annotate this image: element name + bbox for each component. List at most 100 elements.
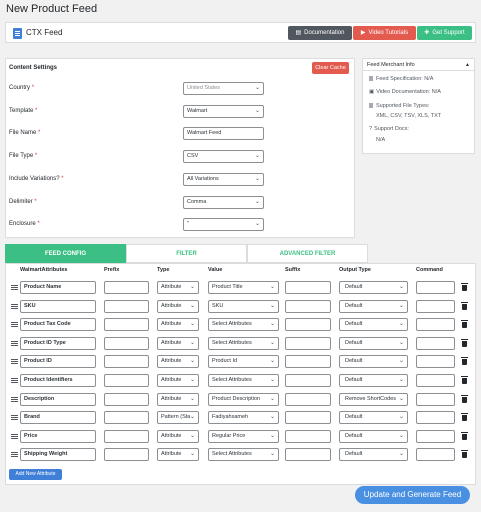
type-select[interactable]: Attribute ⌄ bbox=[157, 337, 199, 350]
prefix-input[interactable] bbox=[104, 300, 149, 313]
output-type-select[interactable]: Default ⌄ bbox=[339, 411, 408, 424]
file-type-select[interactable]: CSV ⌄ bbox=[183, 150, 264, 163]
prefix-input[interactable] bbox=[104, 374, 149, 387]
delete-row-icon[interactable] bbox=[461, 395, 468, 403]
output-type-select[interactable]: Default ⌄ bbox=[339, 318, 408, 331]
clear-cache-button[interactable]: Clear Cache bbox=[312, 62, 349, 74]
suffix-input[interactable] bbox=[285, 393, 331, 406]
output-type-select[interactable]: Default ⌄ bbox=[339, 281, 408, 294]
output-type-select[interactable]: Default ⌄ bbox=[339, 300, 408, 313]
delete-row-icon[interactable] bbox=[461, 450, 468, 458]
drag-handle-icon[interactable] bbox=[11, 341, 18, 346]
value-select[interactable]: Product Title ⌄ bbox=[208, 281, 279, 294]
suffix-input[interactable] bbox=[285, 337, 331, 350]
command-input[interactable] bbox=[416, 355, 455, 368]
value-select[interactable]: Fadiyahsameh ⌄ bbox=[208, 411, 279, 424]
output-type-select[interactable]: Remove ShortCodes ⌄ bbox=[339, 393, 408, 406]
prefix-input[interactable] bbox=[104, 448, 149, 461]
type-select[interactable]: Pattern (Sta ⌄ bbox=[157, 411, 199, 424]
template-select[interactable]: Walmart ⌄ bbox=[183, 105, 264, 118]
value-select[interactable]: Select Attributes ⌄ bbox=[208, 318, 279, 331]
type-select[interactable]: Attribute ⌄ bbox=[157, 281, 199, 294]
attribute-field[interactable]: Shipping Weight bbox=[20, 448, 96, 461]
suffix-input[interactable] bbox=[285, 430, 331, 443]
file-name-input[interactable]: Walmart Feed bbox=[183, 127, 264, 140]
command-input[interactable] bbox=[416, 430, 455, 443]
value-select[interactable]: Product Description ⌄ bbox=[208, 393, 279, 406]
drag-handle-icon[interactable] bbox=[11, 397, 18, 402]
tab-filter[interactable]: FILTER bbox=[126, 244, 247, 263]
command-input[interactable] bbox=[416, 318, 455, 331]
output-type-select[interactable]: Default ⌄ bbox=[339, 337, 408, 350]
prefix-input[interactable] bbox=[104, 430, 149, 443]
type-select[interactable]: Attribute ⌄ bbox=[157, 393, 199, 406]
prefix-input[interactable] bbox=[104, 411, 149, 424]
prefix-input[interactable] bbox=[104, 318, 149, 331]
type-select[interactable]: Attribute ⌄ bbox=[157, 448, 199, 461]
delete-row-icon[interactable] bbox=[461, 376, 468, 384]
suffix-input[interactable] bbox=[285, 300, 331, 313]
suffix-input[interactable] bbox=[285, 318, 331, 331]
delete-row-icon[interactable] bbox=[461, 320, 468, 328]
delimiter-select[interactable]: Comma ⌄ bbox=[183, 196, 264, 209]
value-select[interactable]: Select Attributes ⌄ bbox=[208, 374, 279, 387]
command-input[interactable] bbox=[416, 411, 455, 424]
delete-row-icon[interactable] bbox=[461, 339, 468, 347]
command-input[interactable] bbox=[416, 300, 455, 313]
prefix-input[interactable] bbox=[104, 393, 149, 406]
output-type-select[interactable]: Default ⌄ bbox=[339, 374, 408, 387]
suffix-input[interactable] bbox=[285, 448, 331, 461]
attribute-field[interactable]: Price bbox=[20, 430, 96, 443]
delete-row-icon[interactable] bbox=[461, 413, 468, 421]
output-type-select[interactable]: Default ⌄ bbox=[339, 355, 408, 368]
drag-handle-icon[interactable] bbox=[11, 322, 18, 327]
delete-row-icon[interactable] bbox=[461, 302, 468, 310]
prefix-input[interactable] bbox=[104, 281, 149, 294]
tab-advanced-filter[interactable]: ADVANCED FILTER bbox=[247, 244, 368, 263]
get-support-button[interactable]: ✚ Get Support bbox=[417, 26, 472, 40]
command-input[interactable] bbox=[416, 393, 455, 406]
value-select[interactable]: Select Attributes ⌄ bbox=[208, 448, 279, 461]
drag-handle-icon[interactable] bbox=[11, 415, 18, 420]
command-input[interactable] bbox=[416, 448, 455, 461]
update-and-generate-feed-button[interactable]: Update and Generate Feed bbox=[355, 486, 470, 504]
value-select[interactable]: SKU ⌄ bbox=[208, 300, 279, 313]
attribute-field[interactable]: Product ID Type bbox=[20, 337, 96, 350]
output-type-select[interactable]: Default ⌄ bbox=[339, 448, 408, 461]
prefix-input[interactable] bbox=[104, 355, 149, 368]
prefix-input[interactable] bbox=[104, 337, 149, 350]
suffix-input[interactable] bbox=[285, 374, 331, 387]
value-select[interactable]: Regular Price ⌄ bbox=[208, 430, 279, 443]
add-new-attribute-button[interactable]: Add New Attribute bbox=[9, 469, 62, 480]
value-select[interactable]: Product Id ⌄ bbox=[208, 355, 279, 368]
type-select[interactable]: Attribute ⌄ bbox=[157, 300, 199, 313]
attribute-field[interactable]: Product ID bbox=[20, 355, 96, 368]
include-variations-select[interactable]: All Variations ⌄ bbox=[183, 173, 264, 186]
drag-handle-icon[interactable] bbox=[11, 304, 18, 309]
attribute-field[interactable]: Description bbox=[20, 393, 96, 406]
video-tutorials-button[interactable]: ▶ Video Tutorials bbox=[353, 26, 416, 40]
documentation-button[interactable]: ▤ Documentation bbox=[288, 26, 352, 40]
drag-handle-icon[interactable] bbox=[11, 285, 18, 290]
attribute-field[interactable]: Product Tax Code bbox=[20, 318, 96, 331]
tab-feed-config[interactable]: FEED CONFIG bbox=[5, 244, 126, 263]
suffix-input[interactable] bbox=[285, 281, 331, 294]
command-input[interactable] bbox=[416, 337, 455, 350]
type-select[interactable]: Attribute ⌄ bbox=[157, 355, 199, 368]
suffix-input[interactable] bbox=[285, 411, 331, 424]
country-select[interactable]: United States ⌄ bbox=[183, 82, 264, 95]
drag-handle-icon[interactable] bbox=[11, 359, 18, 364]
value-select[interactable]: Select Attributes ⌄ bbox=[208, 337, 279, 350]
type-select[interactable]: Attribute ⌄ bbox=[157, 318, 199, 331]
attribute-field[interactable]: Product Name bbox=[20, 281, 96, 294]
merchant-info-header[interactable]: Feed Merchant Info ▲ bbox=[363, 59, 474, 71]
delete-row-icon[interactable] bbox=[461, 357, 468, 365]
enclosure-select[interactable]: " ⌄ bbox=[183, 218, 264, 231]
drag-handle-icon[interactable] bbox=[11, 378, 18, 383]
drag-handle-icon[interactable] bbox=[11, 434, 18, 439]
command-input[interactable] bbox=[416, 281, 455, 294]
attribute-field[interactable]: SKU bbox=[20, 300, 96, 313]
command-input[interactable] bbox=[416, 374, 455, 387]
attribute-field[interactable]: Product Identifiers bbox=[20, 374, 96, 387]
delete-row-icon[interactable] bbox=[461, 283, 468, 291]
